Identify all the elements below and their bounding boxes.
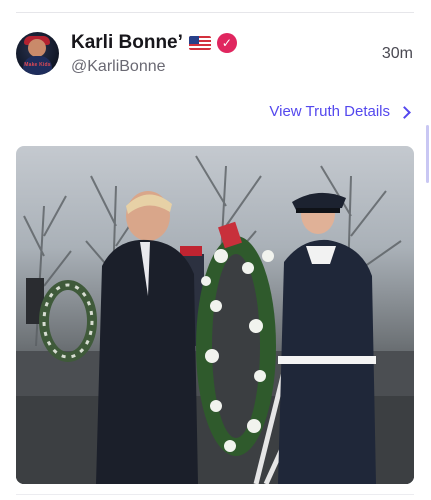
chevron-right-icon	[398, 105, 411, 119]
scrollbar-thumb[interactable]	[426, 125, 429, 183]
post-photo-illustration	[16, 155, 414, 484]
avatar[interactable]: Make Kids	[16, 32, 59, 75]
avatar-text: Make Kids	[24, 62, 51, 68]
verified-badge-icon: ✓	[216, 33, 237, 53]
author-display-name[interactable]: Karli Bonne’	[71, 32, 183, 54]
us-flag-icon	[188, 36, 211, 50]
post-timestamp: 30m	[381, 45, 413, 62]
top-divider	[16, 12, 414, 13]
bottom-divider	[16, 494, 414, 495]
view-truth-details-link[interactable]: View Truth Details	[269, 103, 411, 120]
avatar-face-shape	[28, 39, 46, 57]
author-display-name-row[interactable]: Karli Bonne’ ✓	[71, 32, 237, 54]
view-truth-details-label: View Truth Details	[269, 103, 390, 120]
post-image[interactable]	[16, 146, 414, 484]
author-handle[interactable]: @KarliBonne	[71, 58, 166, 76]
